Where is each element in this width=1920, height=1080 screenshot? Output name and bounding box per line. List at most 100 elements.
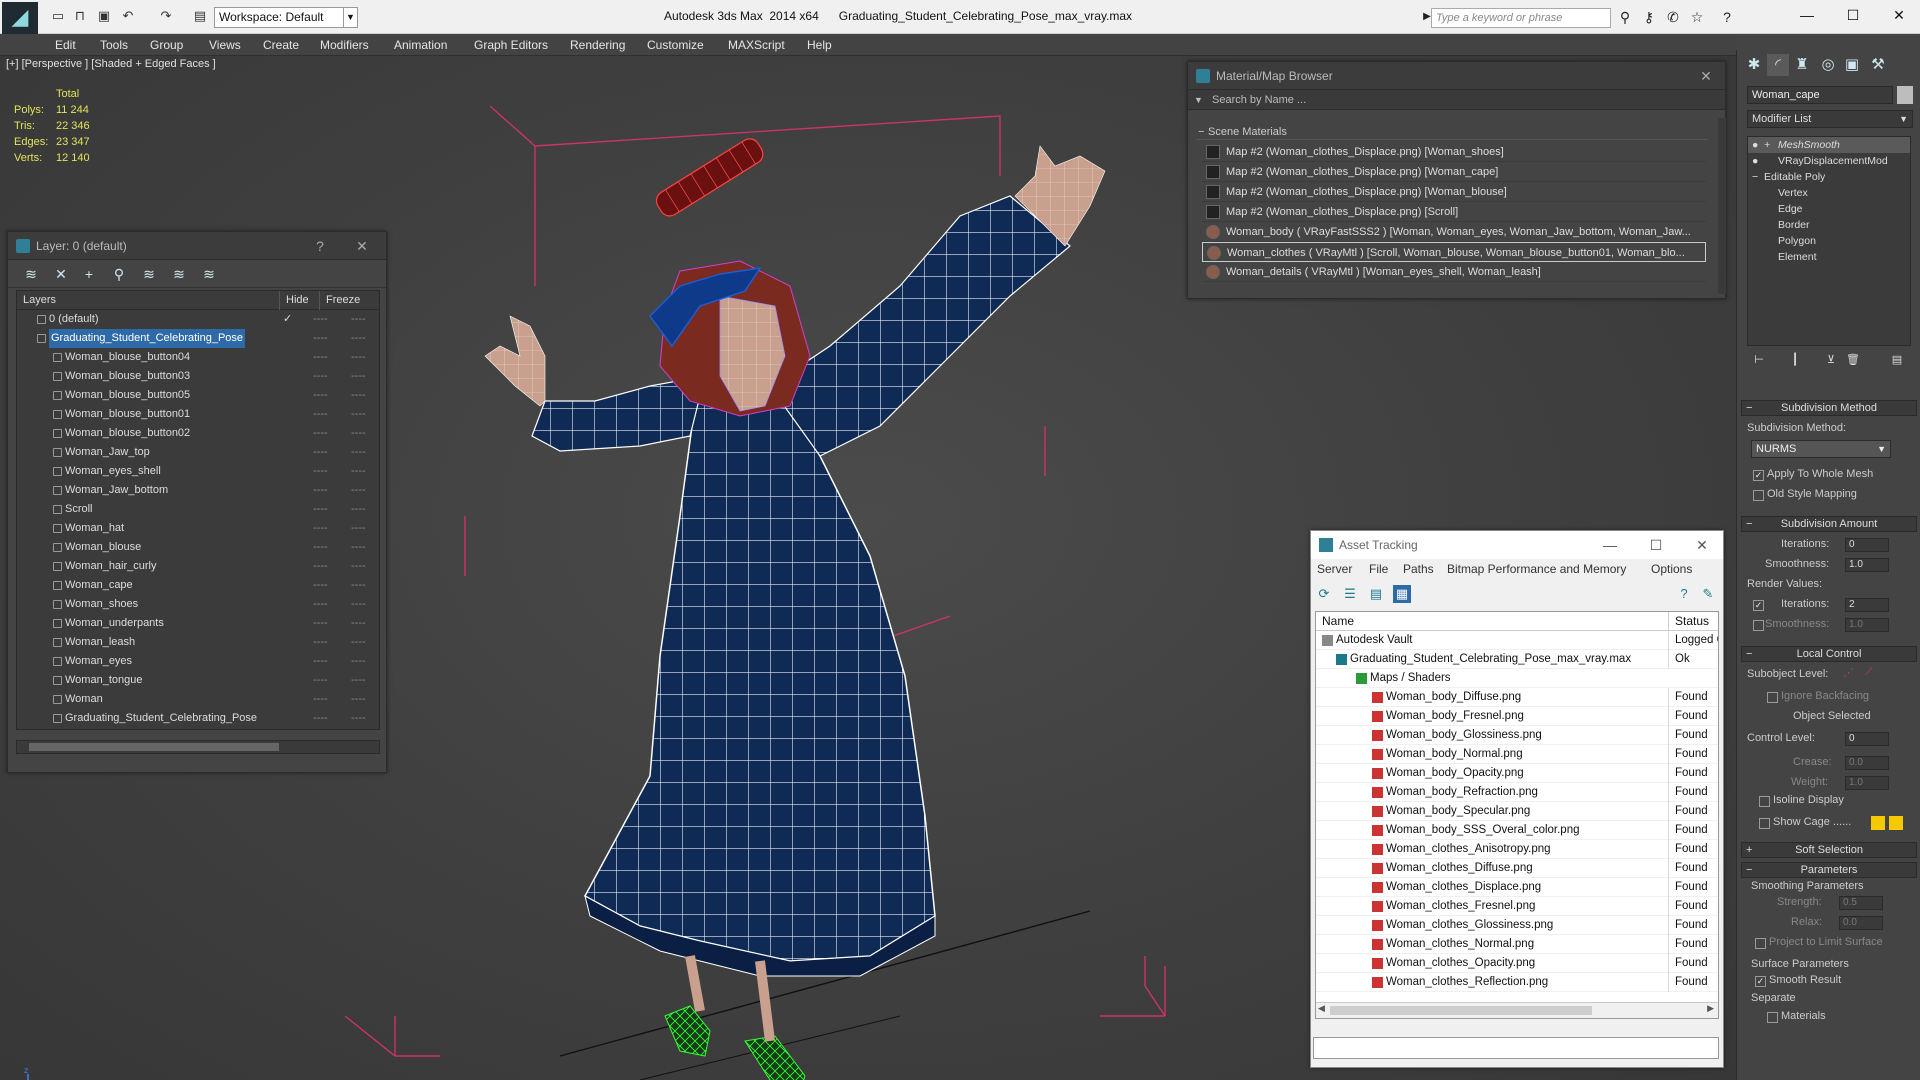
utilities-tab-icon[interactable]: ⚒ — [1867, 54, 1889, 76]
hide-toggle[interactable]: ---- — [313, 614, 328, 633]
freeze-toggle[interactable]: ---- — [351, 329, 366, 348]
project-folder-icon[interactable]: ▤ — [192, 8, 208, 24]
name-column-header[interactable]: Name — [1322, 612, 1354, 631]
layer-row[interactable]: Graduating_Student_Celebrating_Pose ---- -… — [17, 329, 379, 348]
layer-row[interactable]: Woman_blouse_button03 ---- ---- — [17, 367, 379, 386]
modify-tab-icon[interactable]: ◜ — [1767, 54, 1789, 76]
status-column-header[interactable]: Status — [1668, 612, 1709, 631]
render-iterations-checkbox[interactable]: ✓ — [1753, 600, 1764, 611]
layer-row[interactable]: Woman_shoes ---- ---- — [17, 595, 379, 614]
horizontal-scrollbar[interactable]: ◀ ▶ — [1316, 1002, 1718, 1018]
hide-toggle[interactable]: ---- — [313, 443, 328, 462]
search-input[interactable]: Type a keyword or phrase — [1431, 8, 1611, 28]
layer-row[interactable]: Woman_blouse_button04 ---- ---- — [17, 348, 379, 367]
material-list-item[interactable]: Map #2 (Woman_clothes_Displace.png) [Scr… — [1202, 202, 1706, 222]
render-smoothness-spinner[interactable]: 1.0 — [1845, 618, 1889, 632]
asset-tracking-title-bar[interactable]: Asset Tracking — ☐ ✕ — [1311, 531, 1723, 559]
select-in-layer-icon[interactable]: ⚲ — [110, 265, 128, 283]
menu-customize[interactable]: Customize — [647, 34, 704, 56]
binoculars-icon[interactable]: ⚲ — [1616, 8, 1634, 26]
stack-item-meshsmooth[interactable]: ● + MeshSmooth — [1748, 137, 1910, 153]
menu-maxscript[interactable]: MAXScript — [728, 34, 785, 56]
hide-toggle[interactable]: ---- — [313, 557, 328, 576]
layer-row[interactable]: Woman_cape ---- ---- — [17, 576, 379, 595]
freeze-toggle[interactable]: ---- — [351, 652, 366, 671]
material-list-item[interactable]: Woman_clothes ( VRayMtl ) [Scroll, Woman… — [1202, 242, 1706, 262]
asset-row[interactable]: Woman_clothes_Normal.png Found — [1316, 935, 1718, 954]
hide-toggle[interactable]: ---- — [313, 386, 328, 405]
scene-materials-group[interactable]: − Scene Materials — [1196, 124, 1708, 140]
asset-row[interactable]: Woman_clothes_Glossiness.png Found — [1316, 916, 1718, 935]
hide-toggle[interactable]: ---- — [313, 576, 328, 595]
hide-toggle[interactable]: ---- — [313, 633, 328, 652]
display-tab-icon[interactable]: ▣ — [1841, 54, 1863, 76]
asset-menu-bitmap[interactable]: Bitmap Performance and Memory — [1447, 559, 1626, 579]
asset-menu-paths[interactable]: Paths — [1403, 559, 1434, 579]
expand-icon[interactable]: + — [1764, 137, 1770, 153]
hide-toggle[interactable]: ---- — [313, 690, 328, 709]
add-to-layer-icon[interactable]: + — [80, 265, 98, 283]
hide-column-header[interactable]: Hide — [279, 291, 309, 310]
menu-group[interactable]: Group — [150, 34, 183, 56]
freeze-toggle[interactable]: ---- — [351, 386, 366, 405]
menu-help[interactable]: Help — [807, 34, 832, 56]
current-layer-check-icon[interactable]: ✓ — [283, 310, 292, 329]
asset-row[interactable]: Woman_body_Fresnel.png Found — [1316, 707, 1718, 726]
workspace-dropdown[interactable]: Workspace: Default ▼ — [214, 7, 358, 28]
asset-row[interactable]: Graduating_Student_Celebrating_Pose_max_… — [1316, 650, 1718, 669]
3ds-max-logo-icon[interactable]: ◢ — [2, 2, 38, 34]
hide-toggle[interactable]: ---- — [313, 367, 328, 386]
light-bulb-icon[interactable]: ● — [1752, 153, 1758, 169]
help-icon[interactable]: ? — [1675, 585, 1693, 603]
material-search-input[interactable]: ▼ Search by Name ... — [1188, 90, 1725, 110]
layer-row[interactable]: Woman_eyes ---- ---- — [17, 652, 379, 671]
rollout-local-control[interactable]: − Local Control — [1741, 646, 1917, 662]
asset-menu-server[interactable]: Server — [1317, 559, 1352, 579]
scroll-right-icon[interactable]: ▶ — [1707, 1003, 1714, 1014]
configure-sets-icon[interactable]: ▤ — [1889, 352, 1905, 368]
iterations-spinner[interactable]: 0 — [1845, 538, 1889, 552]
new-file-icon[interactable]: ▭ — [50, 8, 66, 24]
weight-spinner[interactable]: 1.0 — [1845, 776, 1889, 790]
asset-row[interactable]: Woman_clothes_Opacity.png Found — [1316, 954, 1718, 973]
ignore-backfacing-checkbox[interactable] — [1767, 692, 1778, 703]
asset-row[interactable]: Autodesk Vault Logged O — [1316, 631, 1718, 650]
object-name-field[interactable]: Woman_cape — [1747, 86, 1893, 104]
layer-row[interactable]: Woman_tongue ---- ---- — [17, 671, 379, 690]
hide-toggle[interactable]: ---- — [313, 671, 328, 690]
collapse-icon[interactable]: − — [1752, 169, 1758, 185]
create-tab-icon[interactable]: ✱ — [1743, 54, 1765, 76]
hide-toggle[interactable]: ---- — [313, 405, 328, 424]
close-button[interactable]: ✕ — [1692, 62, 1720, 90]
rollout-soft-selection[interactable]: + Soft Selection — [1741, 842, 1917, 858]
freeze-toggle[interactable]: ---- — [351, 519, 366, 538]
subdivision-method-dropdown[interactable]: NURMS ▼ — [1751, 440, 1891, 458]
asset-row[interactable]: Woman_body_Refraction.png Found — [1316, 783, 1718, 802]
layer-row[interactable]: Woman_Jaw_bottom ---- ---- — [17, 481, 379, 500]
freeze-toggle[interactable]: ---- — [351, 538, 366, 557]
stack-subobject-polygon[interactable]: Polygon — [1748, 233, 1910, 249]
crease-spinner[interactable]: 0.0 — [1845, 756, 1889, 770]
asset-row[interactable]: Woman_body_Opacity.png Found — [1316, 764, 1718, 783]
hide-toggle[interactable]: ---- — [313, 538, 328, 557]
hide-toggle[interactable]: ---- — [313, 329, 328, 348]
stack-subobject-element[interactable]: Element — [1748, 249, 1910, 265]
communication-center-icon[interactable]: ✆ — [1664, 8, 1682, 26]
asset-row[interactable]: Woman_clothes_Anisotropy.png Found — [1316, 840, 1718, 859]
close-button[interactable]: ✕ — [348, 232, 376, 260]
help-icon[interactable]: ? — [1718, 8, 1736, 26]
highlight-layer-icon[interactable]: ≋ — [140, 265, 158, 283]
scrollbar-thumb[interactable] — [29, 743, 279, 751]
create-layer-icon[interactable]: ≋ — [22, 265, 40, 283]
layer-row[interactable]: Woman_blouse ---- ---- — [17, 538, 379, 557]
layers-column-header[interactable]: Layers — [23, 291, 56, 310]
material-list-item[interactable]: Woman_body ( VRayFastSSS2 ) [Woman, Woma… — [1202, 222, 1706, 242]
freeze-toggle[interactable]: ---- — [351, 367, 366, 386]
asset-row[interactable]: Woman_clothes_Diffuse.png Found — [1316, 859, 1718, 878]
freeze-toggle[interactable]: ---- — [351, 462, 366, 481]
menu-rendering[interactable]: Rendering — [570, 34, 625, 56]
cage-selected-color-swatch[interactable] — [1889, 816, 1903, 830]
close-icon[interactable]: ✕ — [1679, 531, 1725, 559]
stack-item-vraydisplacementmod[interactable]: ● VRayDisplacementMod — [1748, 153, 1910, 169]
layer-row[interactable]: 0 (default) ✓ ---- ---- — [17, 310, 379, 329]
